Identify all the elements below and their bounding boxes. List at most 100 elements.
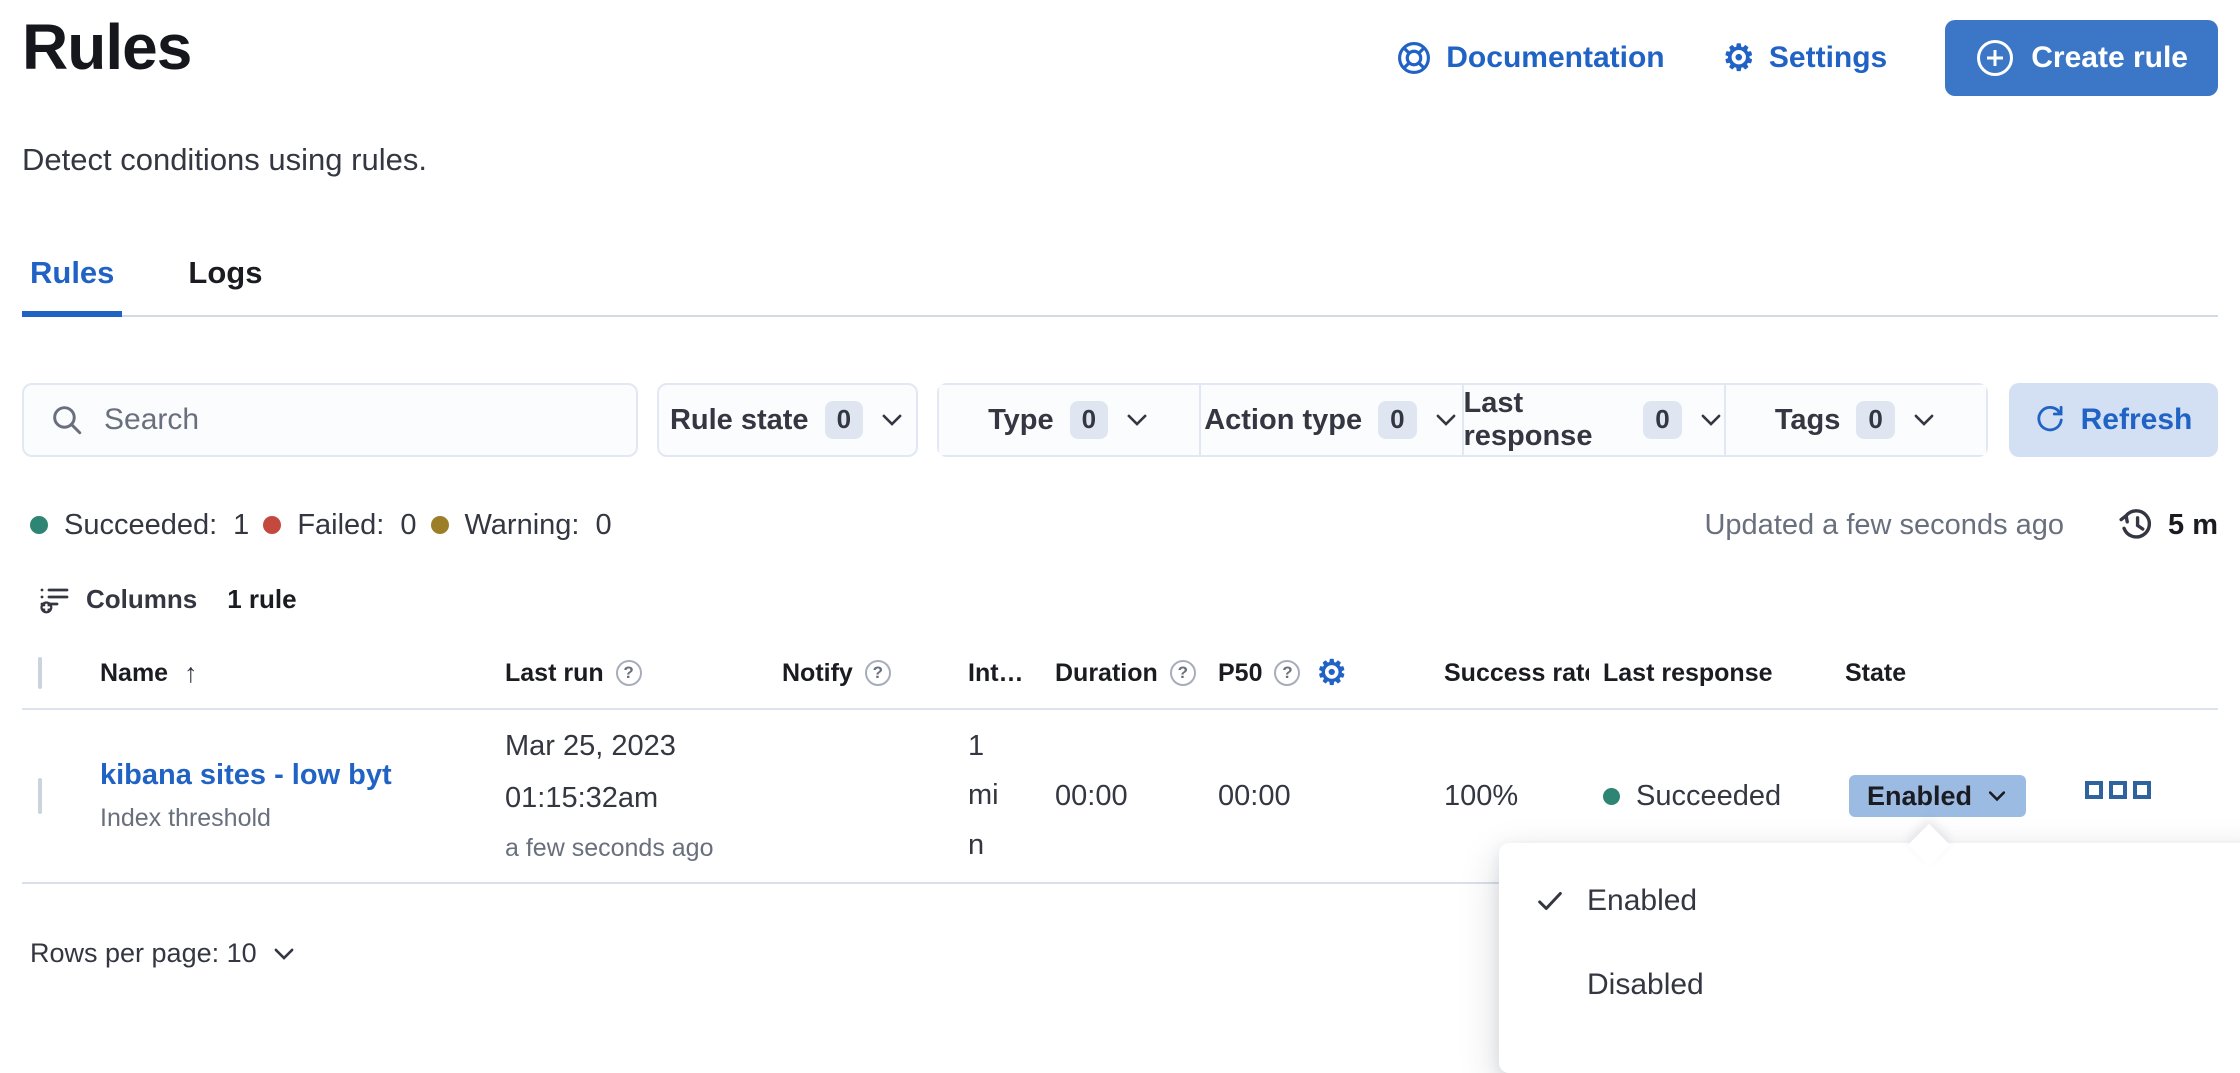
success-rate-cell: 100% (1444, 780, 1603, 813)
filter-rule-state-label: Rule state (670, 404, 809, 437)
search-icon (50, 403, 84, 437)
interval-cell: 1 min (968, 722, 1055, 870)
filter-last-response[interactable]: Last response 0 (1462, 385, 1724, 455)
menu-item-enabled-label: Enabled (1587, 884, 1697, 918)
last-response-header-label: Last response (1603, 659, 1773, 688)
refresh-label: Refresh (2081, 403, 2193, 437)
select-all-checkbox[interactable] (38, 657, 42, 689)
notify-header-label: Notify (782, 659, 853, 688)
warning-label: Warning: (465, 509, 580, 542)
status-bar: Succeeded: 1 Failed: 0 Warning: 0 Update… (30, 505, 2218, 545)
rule-name-cell: kibana sites - low byte Index threshold (100, 759, 505, 833)
rule-name-link[interactable]: kibana sites - low byte (100, 759, 392, 792)
filter-type-count: 0 (1070, 401, 1108, 438)
settings-label: Settings (1769, 41, 1887, 75)
create-rule-button[interactable]: Create rule (1945, 20, 2218, 96)
status-right: Updated a few seconds ago 5 m (1704, 507, 2218, 543)
column-header-last-response: Last response (1603, 659, 1845, 688)
succeeded-value: 1 (233, 509, 249, 542)
page-subtitle: Detect conditions using rules. (22, 142, 427, 178)
rows-per-page-label: Rows per page: 10 (30, 938, 257, 969)
columns-button[interactable]: Columns (38, 583, 197, 615)
last-response-value: Succeeded (1636, 780, 1781, 813)
documentation-link[interactable]: Documentation (1396, 40, 1664, 76)
filter-group: Type 0 Action type 0 Last response 0 Tag… (937, 383, 1988, 457)
check-icon (1535, 886, 1569, 916)
state-dropdown-badge[interactable]: Enabled (1849, 775, 2026, 817)
failed-label: Failed: (297, 509, 384, 542)
succeeded-label: Succeeded: (64, 509, 217, 542)
create-rule-label: Create rule (2031, 41, 2188, 75)
column-header-p50: P50 ? ⚙ (1218, 656, 1444, 690)
menu-item-enabled[interactable]: Enabled (1499, 859, 2240, 943)
failed-value: 0 (400, 509, 416, 542)
settings-link[interactable]: ⚙ Settings (1723, 40, 1888, 76)
warning-dot-icon (431, 516, 449, 534)
help-icon[interactable]: ? (1274, 660, 1300, 686)
chevron-down-icon (1433, 407, 1459, 433)
columns-label: Columns (86, 584, 197, 615)
interval-value: 1 min (968, 722, 1010, 870)
rule-count: 1 rule (227, 584, 296, 615)
page-header: Rules Documentation ⚙ Settings Create ru… (22, 10, 2218, 96)
last-response-cell: Succeeded (1603, 780, 1845, 813)
search-box[interactable] (22, 383, 638, 457)
column-header-name[interactable]: Name ↑ (100, 658, 505, 689)
refresh-icon (2035, 405, 2065, 435)
header-actions: Documentation ⚙ Settings Create rule (1396, 20, 2218, 96)
success-rate-header-label: Success rate (1444, 659, 1589, 688)
last-run-relative: a few seconds ago (505, 833, 782, 863)
boxes-horizontal-icon (2085, 781, 2151, 805)
last-updated-text: Updated a few seconds ago (1704, 509, 2064, 542)
page-title: Rules (22, 10, 191, 84)
gear-icon: ⚙ (1723, 40, 1755, 76)
column-header-success-rate: Success rate (1444, 659, 1603, 688)
menu-item-disabled-label: Disabled (1587, 968, 1704, 1002)
state-dropdown-menu: Enabled Disabled (1499, 843, 2240, 1073)
filter-rule-state[interactable]: Rule state 0 (657, 383, 918, 457)
refresh-button[interactable]: Refresh (2009, 383, 2218, 457)
chevron-down-icon (1911, 407, 1937, 433)
filter-type-label: Type (988, 404, 1054, 437)
help-icon[interactable]: ? (1170, 660, 1196, 686)
tab-rules[interactable]: Rules (22, 255, 122, 315)
rules-toolbar: Rule state 0 Type 0 Action type 0 Last r… (22, 383, 2218, 457)
time-refresh-icon (2118, 507, 2154, 543)
columns-list-add-icon (38, 583, 70, 615)
filter-tags[interactable]: Tags 0 (1724, 385, 1986, 455)
tab-logs[interactable]: Logs (180, 255, 270, 315)
row-checkbox[interactable] (38, 778, 42, 814)
state-value: Enabled (1867, 781, 1972, 812)
column-header-interval: Interval (968, 659, 1055, 688)
p50-cell: 00:00 (1218, 780, 1444, 813)
filter-tags-count: 0 (1856, 401, 1894, 438)
table-header: Name ↑ Last run ? Notify ? Interval Dura… (22, 638, 2218, 710)
p50-settings-gear-icon[interactable]: ⚙ (1316, 656, 1346, 690)
interval-header-label: Interval (968, 659, 1030, 688)
name-header-label: Name (100, 659, 168, 688)
tab-bar: Rules Logs (22, 255, 2218, 317)
menu-item-disabled[interactable]: Disabled (1499, 943, 2240, 1027)
succeeded-dot-icon (30, 516, 48, 534)
help-icon[interactable]: ? (865, 660, 891, 686)
auto-refresh-button[interactable]: 5 m (2118, 507, 2218, 543)
search-input[interactable] (104, 403, 610, 437)
help-icon[interactable]: ? (616, 660, 642, 686)
status-failed: Failed: 0 (263, 509, 416, 542)
sort-ascending-icon: ↑ (184, 658, 198, 689)
filter-action-type[interactable]: Action type 0 (1199, 385, 1461, 455)
documentation-label: Documentation (1446, 41, 1664, 75)
failed-dot-icon (263, 516, 281, 534)
row-actions-button[interactable] (2085, 781, 2151, 805)
filter-last-response-label: Last response (1464, 387, 1628, 453)
filter-action-type-count: 0 (1378, 401, 1416, 438)
last-run-header-label: Last run (505, 659, 604, 688)
warning-value: 0 (595, 509, 611, 542)
chevron-down-icon (1986, 785, 2008, 807)
last-run-date: Mar 25, 2023 (505, 729, 782, 764)
column-header-duration: Duration ? (1055, 659, 1218, 688)
rows-per-page-button[interactable]: Rows per page: 10 (30, 938, 297, 969)
filter-action-type-label: Action type (1204, 404, 1362, 437)
status-succeeded: Succeeded: 1 (30, 509, 249, 542)
filter-type[interactable]: Type 0 (939, 385, 1199, 455)
